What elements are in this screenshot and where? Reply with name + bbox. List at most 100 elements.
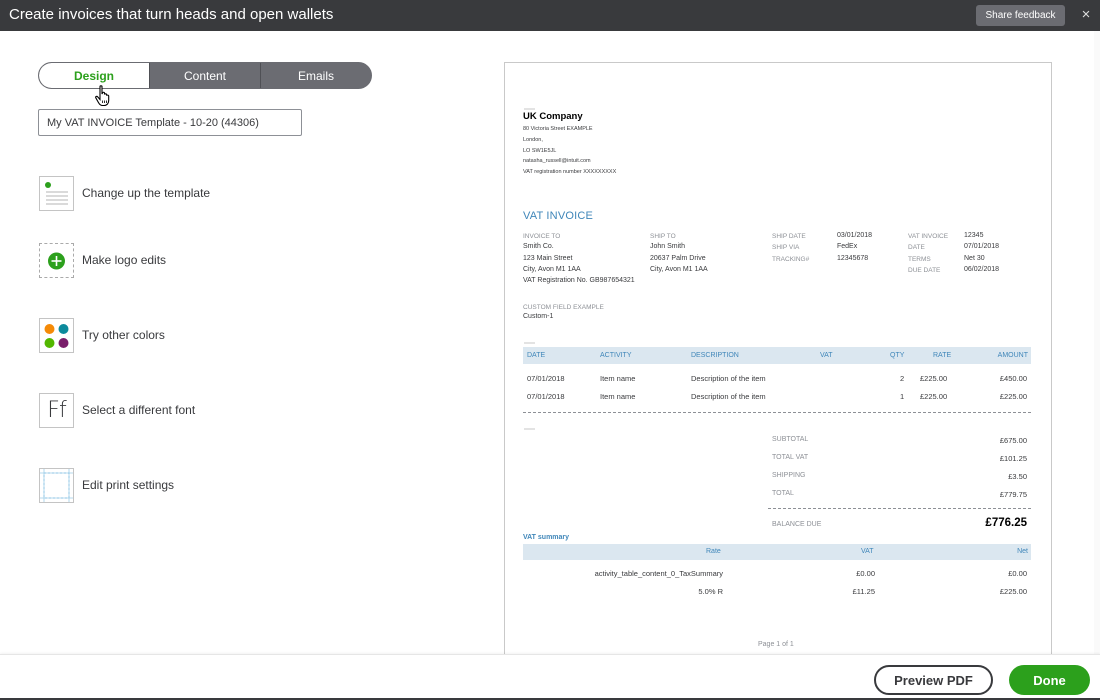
invoice-number-value: 12345	[964, 232, 984, 239]
print-settings-label: Edit print settings	[82, 478, 175, 492]
page-number: Page 1 of 1	[758, 641, 794, 648]
column-header: AMOUNT	[997, 352, 1028, 359]
colors-label: Try other colors	[82, 328, 165, 342]
vat-amount-cell: £0.00	[856, 569, 875, 578]
window-title: Create invoices that turn heads and open…	[9, 6, 334, 23]
balance-due-label: BALANCE DUE	[772, 521, 822, 528]
table-cell-description: Description of the item	[691, 374, 766, 383]
table-cell-date: 07/01/2018	[527, 374, 565, 383]
table-cell-qty: 2	[900, 374, 905, 383]
ship-date-label: SHIP DATE	[772, 233, 806, 240]
table-cell-amount: £225.00	[999, 392, 1027, 401]
ship-via-value: FedEx	[837, 243, 858, 250]
column-header: DESCRIPTION	[691, 352, 739, 359]
company-email: natasha_russell@intuit.com	[523, 158, 591, 164]
table-cell-rate: £225.00	[920, 392, 948, 401]
logo-edits-label: Make logo edits	[82, 253, 167, 267]
print-settings-option[interactable]: Edit print settings	[39, 467, 174, 503]
title-bar: Create invoices that turn heads and open…	[0, 0, 1100, 31]
change-template-option[interactable]: Change up the template	[39, 175, 210, 211]
close-icon[interactable]: ×	[1079, 6, 1093, 24]
colors-option[interactable]: Try other colors	[39, 317, 165, 353]
company-address-line: LO SW1E5JL	[523, 148, 557, 154]
table-cell-qty: 1	[900, 392, 905, 401]
template-icon	[39, 175, 74, 211]
change-template-label: Change up the template	[82, 186, 211, 200]
vat-net-cell: £0.00	[1008, 569, 1027, 578]
due-date-value: 06/02/2018	[964, 266, 1000, 273]
column-header: VAT	[861, 548, 874, 555]
column-header: VAT	[820, 352, 833, 359]
print-settings-icon	[39, 467, 74, 503]
table-cell-description: Description of the item	[691, 392, 766, 401]
table-cell-activity: Item name	[600, 392, 636, 401]
column-header: ACTIVITY	[600, 352, 632, 359]
invoice-to-line: City, Avon M1 1AA	[523, 266, 581, 273]
table-marker	[524, 342, 535, 344]
tab-emails[interactable]: Emails	[260, 63, 371, 88]
total-label: TOTAL	[772, 490, 794, 497]
divider	[768, 508, 1031, 509]
vat-net-cell: £225.00	[999, 587, 1027, 596]
column-header: Net	[1017, 548, 1028, 555]
font-icon-glyph: Ff	[47, 397, 66, 423]
company-address-line: 80 Victoria Street EXAMPLE	[523, 126, 593, 132]
ship-to-line: 20637 Palm Drive	[650, 255, 706, 262]
template-name-input[interactable]	[38, 109, 302, 136]
share-feedback-button[interactable]: Share feedback	[976, 5, 1065, 26]
tracking-label: TRACKING#	[772, 256, 810, 263]
line-items-header: DATE ACTIVITY DESCRIPTION VAT QTY RATE A…	[523, 347, 1031, 364]
tab-content[interactable]: Content	[149, 63, 260, 88]
font-option[interactable]: Ff Select a different font	[39, 392, 195, 428]
table-cell-amount: £450.00	[999, 374, 1027, 383]
subtotal-value: £675.00	[999, 436, 1027, 445]
total-vat-label: TOTAL VAT	[772, 454, 809, 461]
ship-date-value: 03/01/2018	[837, 232, 873, 239]
color-palette-icon	[39, 317, 74, 353]
company-name: UK Company	[523, 111, 583, 122]
invoice-to-line: 123 Main Street	[523, 255, 573, 262]
table-cell-activity: Item name	[600, 374, 636, 383]
total-vat-value: £101.25	[999, 454, 1027, 463]
invoice-to-line: VAT Registration No. GB987654321	[523, 277, 635, 284]
vat-amount-cell: £11.25	[852, 587, 875, 596]
vat-summary-title: VAT summary	[523, 534, 570, 541]
divider	[523, 412, 1031, 413]
preview-pdf-button[interactable]: Preview PDF	[874, 665, 993, 695]
logo-edits-option[interactable]: Make logo edits	[39, 242, 166, 278]
due-date-label: DUE DATE	[908, 267, 941, 274]
company-vat-number: VAT registration number XXXXXXXXX	[523, 169, 617, 175]
done-button[interactable]: Done	[1009, 665, 1090, 695]
column-header: DATE	[527, 352, 546, 359]
hand-cursor-icon	[95, 85, 110, 107]
ship-to-line: John Smith	[650, 243, 686, 250]
invoice-to-line: Smith Co.	[523, 243, 554, 250]
column-header: Rate	[706, 548, 721, 555]
custom-field-value: Custom-1	[523, 313, 554, 320]
invoice-preview: UK Company 80 Victoria Street EXAMPLE Lo…	[504, 62, 1052, 656]
ship-to-label: SHIP TO	[650, 233, 676, 240]
totals-marker	[524, 428, 535, 430]
date-value: 07/01/2018	[964, 243, 1000, 250]
vat-rate-cell: 5.0% R	[698, 587, 723, 596]
terms-label: TERMS	[908, 256, 931, 263]
balance-due-value: £776.25	[985, 517, 1027, 529]
shipping-value: £3.50	[1008, 472, 1027, 481]
table-cell-rate: £225.00	[920, 374, 948, 383]
vat-rate-cell: activity_table_content_0_TaxSummary	[594, 569, 723, 578]
invoice-to-label: INVOICE TO	[523, 233, 561, 240]
terms-value: Net 30	[964, 255, 985, 262]
logo-placeholder	[524, 108, 535, 110]
total-value: £779.75	[999, 490, 1027, 499]
add-logo-icon	[39, 242, 74, 278]
date-label: DATE	[908, 244, 925, 251]
subtotal-label: SUBTOTAL	[772, 436, 809, 443]
tab-group: Design Content Emails	[38, 62, 372, 89]
table-cell-date: 07/01/2018	[527, 392, 565, 401]
ship-to-line: City, Avon M1 1AA	[650, 266, 708, 273]
tracking-value: 12345678	[837, 255, 869, 262]
scrollbar-track[interactable]	[1094, 31, 1100, 654]
invoice-number-label: VAT INVOICE	[908, 233, 949, 240]
shipping-label: SHIPPING	[772, 472, 806, 479]
custom-field-label: CUSTOM FIELD EXAMPLE	[523, 304, 604, 311]
